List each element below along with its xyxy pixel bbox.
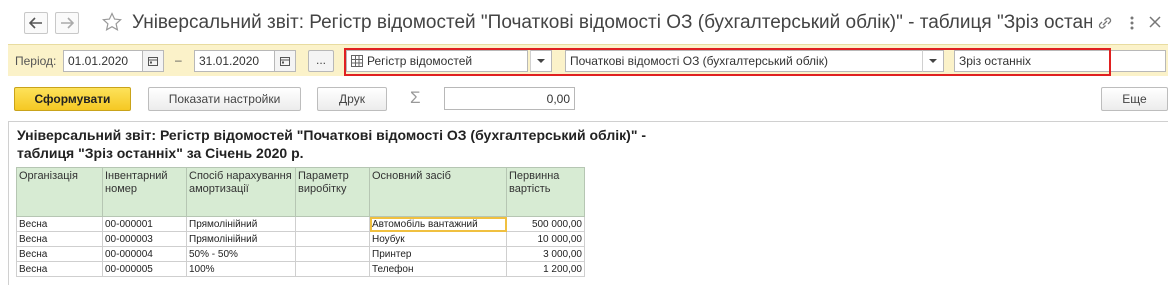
parameter-bar: Період: 01.01.2020 – 31.01.2020 ... Регі…	[8, 44, 1168, 76]
page-title: Універсальний звіт: Регістр відомостей "…	[132, 12, 1092, 33]
table-cell[interactable]: 10 000,00	[506, 231, 585, 247]
table-cell[interactable]	[295, 216, 370, 232]
table-cell[interactable]: 50% - 50%	[186, 246, 296, 262]
calendar-icon	[280, 57, 290, 66]
table-cell[interactable]: 100%	[186, 261, 296, 277]
report-title-line-2: таблиця "Зріз останніх" за Січень 2020 р…	[17, 145, 304, 161]
source-type-select[interactable]: Регістр відомостей	[346, 50, 528, 72]
date-to-field[interactable]: 31.01.2020	[194, 50, 275, 72]
table-cell-selected[interactable]: Автомобіль вантажний	[369, 216, 507, 232]
arrow-right-icon	[61, 17, 74, 29]
date-to-calendar-button[interactable]	[274, 50, 296, 72]
column-header[interactable]: Інвентарний номер	[102, 167, 187, 217]
print-button[interactable]: Друк	[317, 87, 387, 111]
period-dash: –	[175, 53, 182, 67]
source-name-select[interactable]: Початкові відомості ОЗ (бухгалтерський о…	[565, 50, 923, 72]
source-type-dropdown-button[interactable]	[530, 50, 552, 72]
table-cell[interactable]: Телефон	[369, 261, 507, 277]
arrow-left-icon	[29, 17, 42, 29]
column-header[interactable]: Організація	[16, 167, 103, 217]
table-cell[interactable]: Весна	[16, 231, 103, 247]
title-bar: Універсальний звіт: Регістр відомостей "…	[0, 0, 1168, 44]
column-header[interactable]: Спосіб нарахування амортизації	[186, 167, 296, 217]
back-button[interactable]	[24, 12, 48, 34]
calendar-icon	[148, 57, 158, 66]
table-cell[interactable]: Прямолінійний	[186, 231, 296, 247]
close-icon[interactable]	[1148, 15, 1162, 29]
table-cell[interactable]: Принтер	[369, 246, 507, 262]
table-cell[interactable]: Прямолінійний	[186, 216, 296, 232]
more-vertical-icon[interactable]	[1125, 15, 1139, 31]
table-row: Весна 00-000005 100% Телефон 1 200,00	[16, 261, 585, 277]
table-row: Весна 00-000003 Прямолінійний Ноубук 10 …	[16, 231, 585, 247]
sigma-icon[interactable]: Σ	[410, 88, 421, 108]
star-icon[interactable]	[102, 12, 122, 32]
table-cell[interactable]	[295, 261, 370, 277]
link-icon[interactable]	[1097, 16, 1113, 30]
column-header[interactable]: Первинна вартість	[506, 167, 585, 217]
sum-field: 0,00	[444, 87, 575, 110]
table-row: Весна 00-000004 50% - 50% Принтер 3 000,…	[16, 246, 585, 262]
more-button[interactable]: Еще	[1101, 87, 1168, 111]
table-name-extra-field[interactable]	[1110, 50, 1166, 72]
date-from-calendar-button[interactable]	[142, 50, 164, 72]
table-cell[interactable]: 1 200,00	[506, 261, 585, 277]
report-area: Універсальний звіт: Регістр відомостей "…	[8, 121, 1168, 285]
table-cell[interactable]: 00-000004	[102, 246, 187, 262]
table-grid-icon	[351, 55, 363, 67]
table-cell[interactable]: 00-000005	[102, 261, 187, 277]
source-type-value: Регістр відомостей	[367, 54, 473, 68]
chevron-down-icon	[929, 59, 937, 63]
generate-button[interactable]: Сформувати	[14, 87, 131, 111]
date-from-field[interactable]: 01.01.2020	[63, 50, 143, 72]
table-cell[interactable]: Весна	[16, 246, 103, 262]
chevron-down-icon	[537, 59, 545, 63]
report-table: Організація Інвентарний номер Спосіб нар…	[16, 167, 585, 277]
table-cell[interactable]: 500 000,00	[506, 216, 585, 232]
column-header[interactable]: Параметр виробітку	[295, 167, 370, 217]
table-cell[interactable]: Весна	[16, 216, 103, 232]
show-settings-button[interactable]: Показати настройки	[148, 87, 301, 111]
table-cell[interactable]: 3 000,00	[506, 246, 585, 262]
period-select-button[interactable]: ...	[308, 50, 334, 72]
table-cell[interactable]: Весна	[16, 261, 103, 277]
forward-button[interactable]	[55, 12, 79, 34]
report-title-line-1: Універсальний звіт: Регістр відомостей "…	[17, 127, 647, 143]
period-label: Період:	[15, 54, 57, 68]
table-name-field[interactable]: Зріз останніх	[954, 50, 1110, 72]
table-cell[interactable]: 00-000001	[102, 216, 187, 232]
table-header-row: Організація Інвентарний номер Спосіб нар…	[16, 167, 585, 217]
column-header[interactable]: Основний засіб	[369, 167, 507, 217]
report-title: Універсальний звіт: Регістр відомостей "…	[17, 126, 817, 162]
table-cell[interactable]	[295, 246, 370, 262]
table-row: Весна 00-000001 Прямолінійний Автомобіль…	[16, 216, 585, 232]
table-cell[interactable]: 00-000003	[102, 231, 187, 247]
table-cell[interactable]	[295, 231, 370, 247]
source-name-dropdown-button[interactable]	[922, 50, 944, 72]
table-cell[interactable]: Ноубук	[369, 231, 507, 247]
command-bar: Сформувати Показати настройки Друк Σ 0,0…	[0, 78, 1168, 118]
